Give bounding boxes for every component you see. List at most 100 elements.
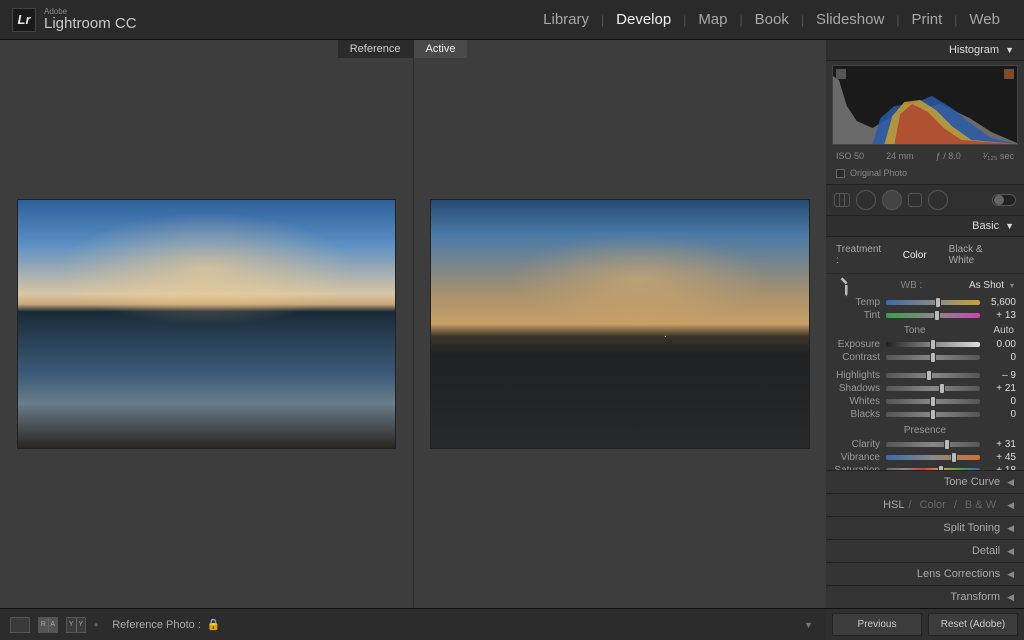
exposure-slider[interactable] xyxy=(886,342,980,347)
crop-tool[interactable] xyxy=(834,193,850,207)
hsl-panel[interactable]: HSL/Color/B & W◀ xyxy=(826,493,1024,516)
view-ref-vertical-button[interactable]: YY xyxy=(66,617,86,633)
lens-label: Lens Corrections xyxy=(917,568,1000,580)
blacks-value[interactable]: 0 xyxy=(986,409,1016,420)
histogram-header[interactable]: Histogram▼ xyxy=(826,40,1024,61)
app-logo: Lr Adobe Lightroom CC xyxy=(12,8,137,32)
wb-value[interactable]: As Shot xyxy=(969,280,1004,291)
tint-value[interactable]: + 13 xyxy=(986,310,1016,321)
contrast-label: Contrast xyxy=(834,352,880,363)
highlights-label: Highlights xyxy=(834,370,880,381)
tint-slider[interactable] xyxy=(886,313,980,318)
treatment-bw[interactable]: Black & White xyxy=(941,242,1014,268)
exif-focal: 24 mm xyxy=(886,151,914,161)
right-panel: Histogram▼ ISO 50 24 mm ƒ / 8.0 ¹⁄₁₂₅ se… xyxy=(826,40,1024,608)
histogram-title: Histogram xyxy=(949,44,999,56)
module-book[interactable]: Book xyxy=(743,11,801,28)
redeye-tool[interactable] xyxy=(882,190,902,210)
reference-tag: Reference xyxy=(338,40,413,58)
view-ref-horizontal-button[interactable]: RA xyxy=(38,617,58,633)
temp-label: Temp xyxy=(834,297,880,308)
original-photo-label: Original Photo xyxy=(850,168,907,178)
bottom-right-buttons: Previous Reset (Adobe) xyxy=(826,608,1024,640)
exposure-label: Exposure xyxy=(834,339,880,350)
original-photo-toggle[interactable]: Original Photo xyxy=(826,165,1024,184)
hsl-label: HSL xyxy=(883,499,904,511)
lock-icon[interactable]: 🔒 xyxy=(207,618,221,631)
module-library[interactable]: Library xyxy=(531,11,601,28)
tool-strip xyxy=(826,184,1024,216)
treatment-label: Treatment : xyxy=(836,244,883,266)
exposure-value[interactable]: 0.00 xyxy=(986,339,1016,350)
reference-photo-label: Reference Photo : 🔒 xyxy=(112,618,220,631)
whites-label: Whites xyxy=(834,396,880,407)
shadows-slider[interactable] xyxy=(886,386,980,391)
contrast-slider[interactable] xyxy=(886,355,980,360)
active-photo[interactable] xyxy=(430,199,810,449)
tint-label: Tint xyxy=(834,310,880,321)
shadows-label: Shadows xyxy=(834,383,880,394)
clarity-value[interactable]: + 31 xyxy=(986,439,1016,450)
clarity-slider[interactable] xyxy=(886,442,980,447)
highlights-slider[interactable] xyxy=(886,373,980,378)
highlights-value[interactable]: – 9 xyxy=(986,370,1016,381)
basic-title: Basic xyxy=(972,220,999,232)
canvas-area: Reference Active xyxy=(0,40,826,608)
active-tag: Active xyxy=(414,40,468,58)
grad-tool[interactable] xyxy=(908,193,922,207)
vibrance-value[interactable]: + 45 xyxy=(986,452,1016,463)
auto-tone-button[interactable]: Auto xyxy=(993,325,1014,336)
hsl-bw-label: B & W xyxy=(965,499,996,511)
exif-shutter: ¹⁄₁₂₅ sec xyxy=(983,151,1014,161)
whites-slider[interactable] xyxy=(886,399,980,404)
lens-corrections-panel[interactable]: Lens Corrections◀ xyxy=(826,562,1024,585)
presence-label: Presence xyxy=(826,421,1024,438)
spot-tool[interactable] xyxy=(856,190,876,210)
wb-label: WB : xyxy=(860,280,963,291)
logo-icon: Lr xyxy=(12,8,36,32)
tone-curve-label: Tone Curve xyxy=(944,476,1000,488)
treatment-color[interactable]: Color xyxy=(895,248,935,263)
checkbox-icon xyxy=(836,169,845,178)
saturation-slider[interactable] xyxy=(886,468,980,470)
split-toning-panel[interactable]: Split Toning◀ xyxy=(826,516,1024,539)
radial-tool[interactable] xyxy=(928,190,948,210)
eyedropper-icon[interactable] xyxy=(832,272,857,297)
reference-pane: Reference xyxy=(0,40,414,608)
module-print[interactable]: Print xyxy=(899,11,954,28)
app-name: Lightroom CC xyxy=(44,16,137,31)
blacks-slider[interactable] xyxy=(886,412,980,417)
previous-button[interactable]: Previous xyxy=(832,613,922,636)
module-picker: Library| Develop| Map| Book| Slideshow| … xyxy=(531,11,1012,28)
split-toning-label: Split Toning xyxy=(943,522,1000,534)
toolbar: RA YY • Reference Photo : 🔒 ▼ xyxy=(0,608,826,640)
module-develop[interactable]: Develop xyxy=(604,11,683,28)
reset-button[interactable]: Reset (Adobe) xyxy=(928,613,1018,636)
temp-value[interactable]: 5,600 xyxy=(986,297,1016,308)
histogram[interactable] xyxy=(832,65,1018,145)
transform-label: Transform xyxy=(950,591,1000,603)
highlight-clip-icon[interactable] xyxy=(1004,69,1014,79)
exif-iso: ISO 50 xyxy=(836,151,864,161)
shadows-value[interactable]: + 21 xyxy=(986,383,1016,394)
whites-value[interactable]: 0 xyxy=(986,396,1016,407)
clarity-label: Clarity xyxy=(834,439,880,450)
vibrance-slider[interactable] xyxy=(886,455,980,460)
temp-slider[interactable] xyxy=(886,300,980,305)
contrast-value[interactable]: 0 xyxy=(986,352,1016,363)
tone-curve-panel[interactable]: Tone Curve◀ xyxy=(826,470,1024,493)
module-web[interactable]: Web xyxy=(957,11,1012,28)
detail-label: Detail xyxy=(972,545,1000,557)
detail-panel[interactable]: Detail◀ xyxy=(826,539,1024,562)
hsl-color-label: Color xyxy=(920,499,946,511)
reference-photo[interactable] xyxy=(17,199,397,449)
toolbar-dropdown[interactable]: ▼ xyxy=(804,620,816,630)
module-slideshow[interactable]: Slideshow xyxy=(804,11,896,28)
panel-switch[interactable] xyxy=(992,194,1016,206)
shadow-clip-icon[interactable] xyxy=(836,69,846,79)
module-map[interactable]: Map xyxy=(686,11,739,28)
tone-label: Tone xyxy=(836,325,993,336)
transform-panel[interactable]: Transform◀ xyxy=(826,585,1024,608)
view-loupe-button[interactable] xyxy=(10,617,30,633)
basic-header[interactable]: Basic▼ xyxy=(826,216,1024,237)
